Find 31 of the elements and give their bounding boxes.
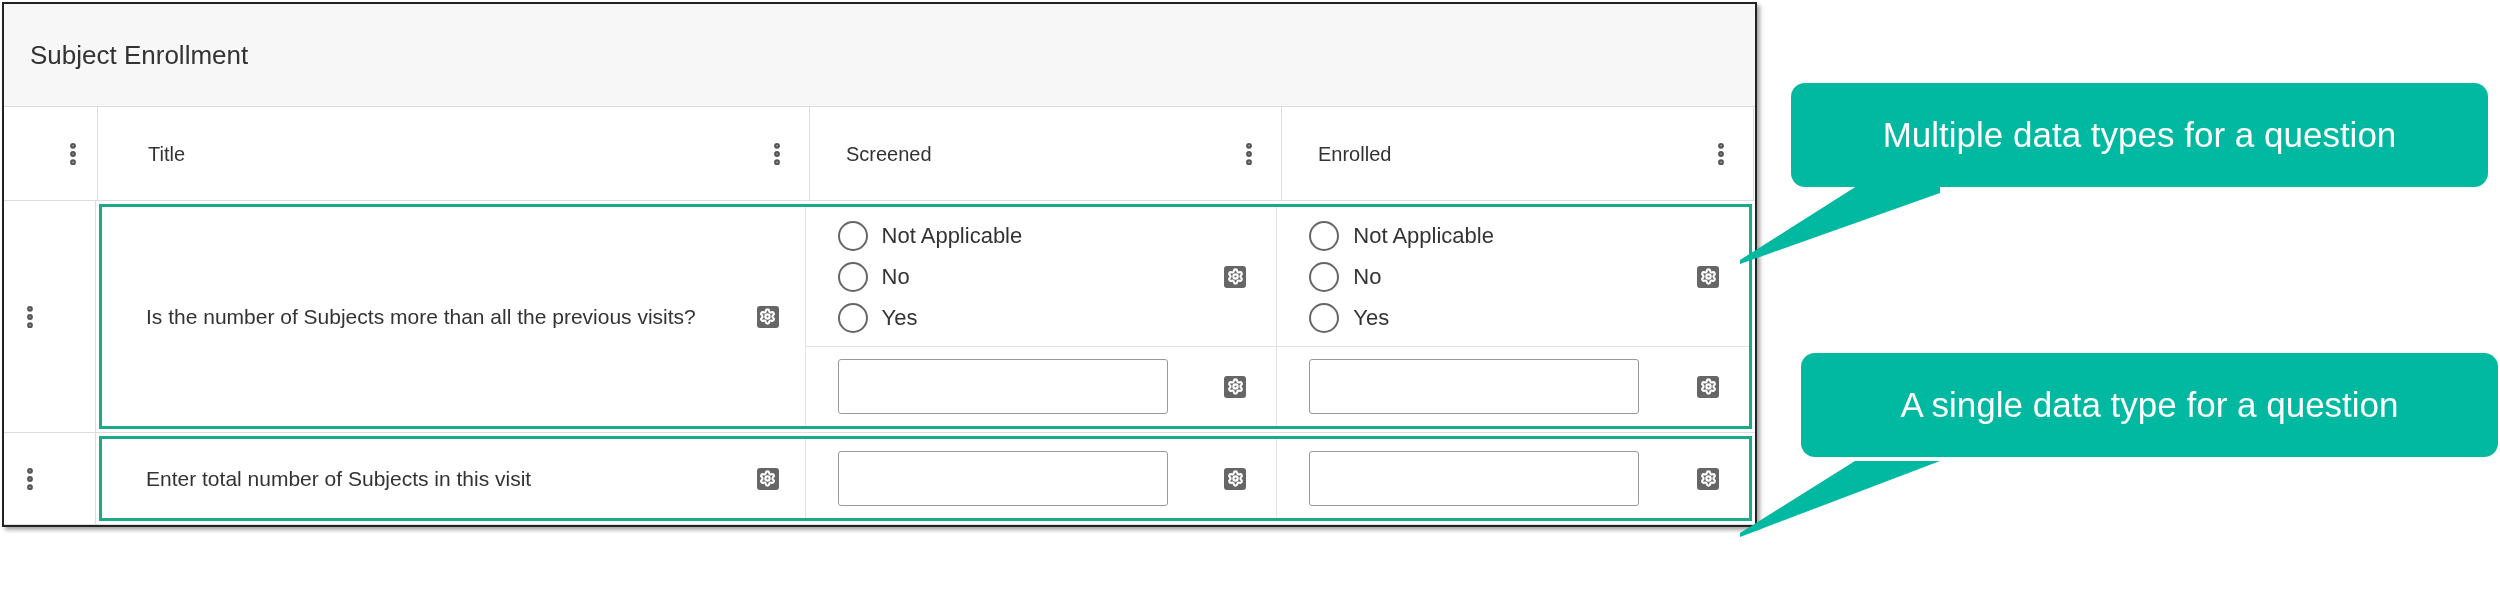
column-header: Enrolled: [1318, 141, 1392, 167]
text-field[interactable]: [837, 451, 1168, 506]
question-text: Enter total number of Subjects in this visit: [146, 465, 533, 492]
radio-option[interactable]: No: [1309, 260, 1494, 293]
settings-icon[interactable]: [1224, 375, 1247, 398]
text-field[interactable]: [1309, 451, 1640, 506]
settings-icon[interactable]: [756, 305, 779, 328]
column-header: Screened: [846, 141, 932, 167]
text-field[interactable]: [837, 359, 1168, 414]
settings-icon[interactable]: [1224, 467, 1247, 490]
radio-button[interactable]: [1309, 302, 1340, 333]
radio-option[interactable]: No: [837, 260, 1023, 293]
radio-option[interactable]: Not Applicable: [837, 219, 1023, 252]
settings-icon[interactable]: [1697, 467, 1719, 490]
settings-icon[interactable]: [1697, 375, 1719, 398]
question-text: Is the number of Subjects more than all the previous visits?: [146, 303, 697, 330]
radio-button[interactable]: [837, 220, 868, 251]
callout-bubble: A single data type for a question: [1801, 353, 2498, 457]
settings-icon[interactable]: [1224, 265, 1247, 288]
text-field[interactable]: [1309, 359, 1640, 414]
radio-option[interactable]: Not Applicable: [1309, 219, 1494, 252]
radio-button[interactable]: [1309, 261, 1340, 292]
radio-button[interactable]: [1309, 220, 1340, 251]
settings-icon[interactable]: [756, 467, 779, 490]
radio-option[interactable]: Yes: [837, 301, 1023, 334]
radio-button[interactable]: [837, 261, 868, 292]
panel-title: Subject Enrollment: [30, 38, 249, 72]
radio-option[interactable]: Yes: [1309, 301, 1494, 334]
column-header: Title: [148, 141, 186, 167]
settings-icon[interactable]: [1697, 265, 1719, 288]
radio-button[interactable]: [837, 302, 868, 333]
